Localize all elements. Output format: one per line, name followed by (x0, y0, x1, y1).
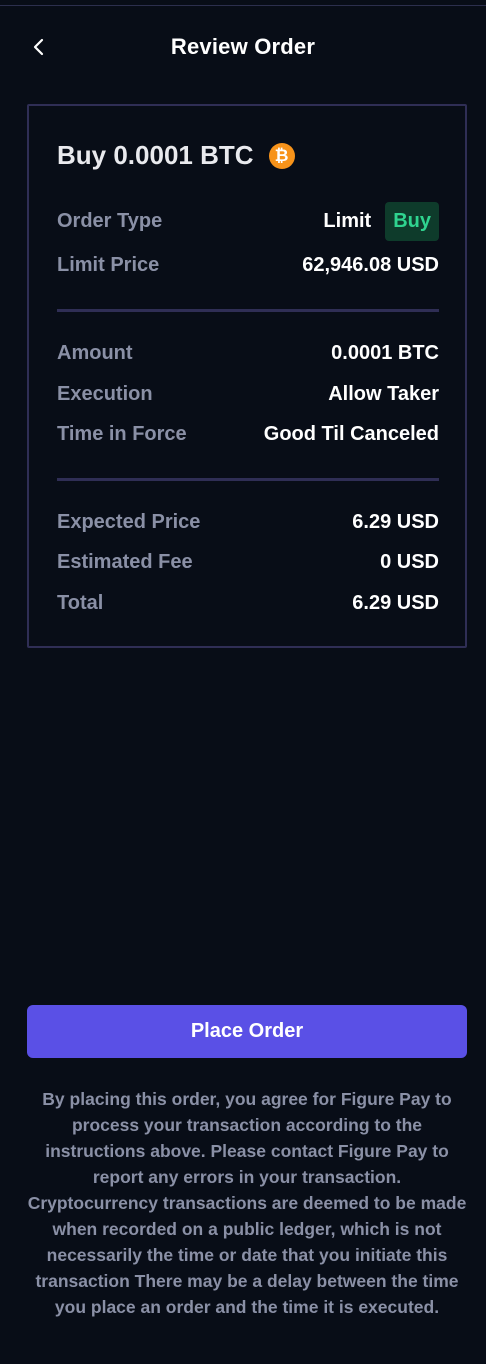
order-type-value: Limit (323, 210, 372, 232)
total-value: 6.29 USD (352, 592, 439, 614)
estimated-fee-row: Estimated Fee 0 USD (57, 551, 439, 574)
estimated-fee-label: Estimated Fee (57, 551, 193, 573)
amount-label: Amount (57, 342, 133, 364)
order-type-row: Order Type Limit Buy (57, 202, 439, 241)
limit-price-value: 62,946.08 USD (302, 254, 439, 276)
estimated-fee-value: 0 USD (380, 551, 439, 573)
amount-value: 0.0001 BTC (331, 342, 439, 364)
bitcoin-icon: ₿ (268, 142, 295, 169)
limit-price-label: Limit Price (57, 254, 160, 276)
time-in-force-row: Time in Force Good Til Canceled (57, 423, 439, 446)
order-type-label: Order Type (57, 210, 163, 232)
total-label: Total (57, 592, 104, 614)
execution-value: Allow Taker (328, 383, 439, 405)
execution-row: Execution Allow Taker (57, 383, 439, 406)
top-border (0, 0, 486, 6)
divider (57, 478, 439, 481)
expected-price-value: 6.29 USD (352, 511, 439, 533)
divider (57, 309, 439, 312)
disclaimer-text: By placing this order, you agree for Fig… (27, 1089, 467, 1317)
order-summary-card: Buy 0.0001 BTC ₿ Order Type Limit Buy Li… (27, 104, 467, 648)
order-title: Buy 0.0001 BTC ₿ (57, 140, 295, 171)
total-row: Total 6.29 USD (57, 592, 439, 615)
time-in-force-label: Time in Force (57, 423, 187, 445)
place-order-button[interactable]: Place Order (27, 1005, 467, 1058)
header: Review Order (0, 20, 486, 76)
amount-row: Amount 0.0001 BTC (57, 342, 439, 365)
time-in-force-value: Good Til Canceled (263, 423, 439, 445)
page-title: Review Order (170, 34, 316, 59)
buy-badge: Buy (385, 202, 439, 241)
expected-price-row: Expected Price 6.29 USD (57, 511, 439, 534)
order-title-text: Buy 0.0001 BTC (57, 140, 254, 170)
expected-price-label: Expected Price (57, 511, 201, 533)
execution-label: Execution (57, 383, 153, 405)
limit-price-row: Limit Price 62,946.08 USD (57, 254, 439, 277)
